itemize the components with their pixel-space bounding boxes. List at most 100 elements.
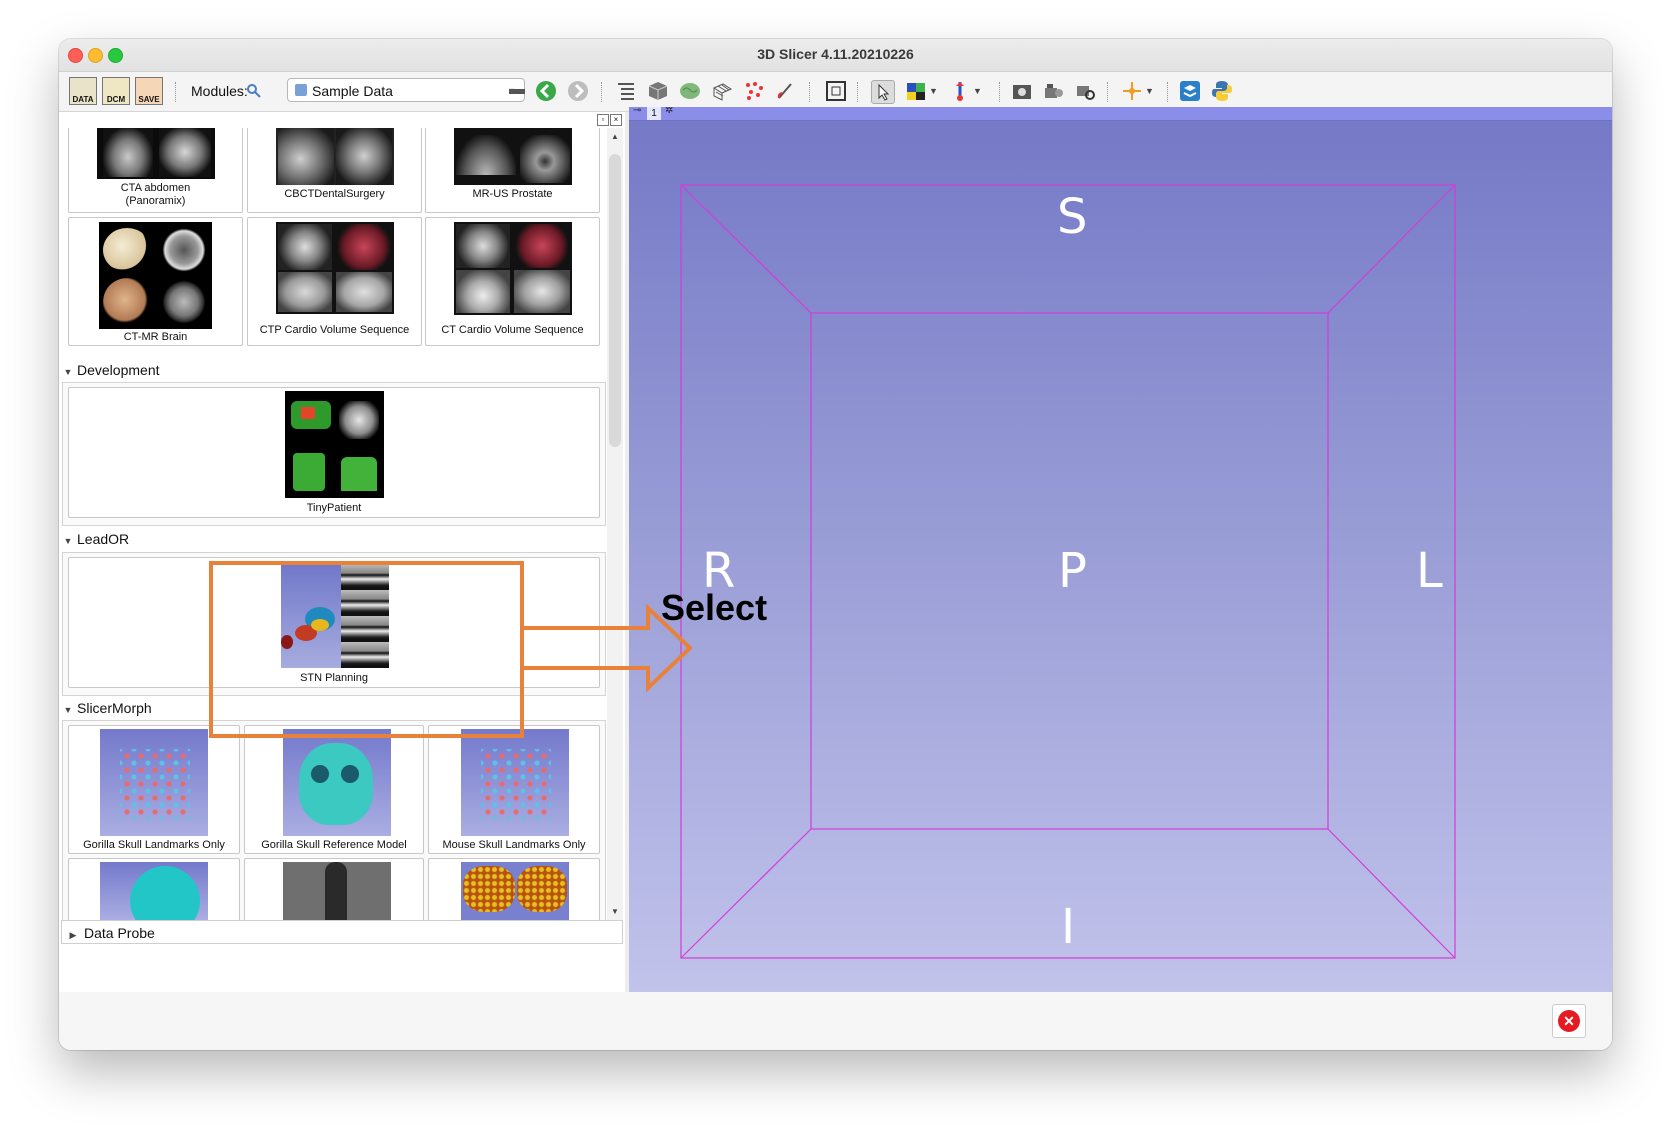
modules-label: Modules:: [191, 83, 248, 99]
data-probe-section[interactable]: ▶ Data Probe: [61, 920, 623, 944]
float-panel-button[interactable]: ▫: [597, 114, 609, 126]
next-module-button[interactable]: [567, 80, 589, 102]
sample-card-mr-us-prostate[interactable]: MR-US Prostate: [425, 128, 600, 213]
load-dicom-button[interactable]: DCM: [102, 77, 130, 105]
sample-card-ct-cardio[interactable]: CT Cardio Volume Sequence: [425, 217, 600, 346]
section-header-development[interactable]: ▼ Development: [59, 358, 607, 382]
sample-card-ct-mr-brain[interactable]: CT-MR Brain: [68, 217, 243, 346]
data-module-button[interactable]: [615, 80, 637, 102]
arrow-left-icon: [536, 81, 556, 101]
sample-caption: CT-MR Brain: [123, 331, 188, 343]
chevron-down-icon[interactable]: ▼: [973, 80, 985, 102]
orientation-label-posterior: P: [1058, 543, 1087, 599]
module-panel: ▫ × CTA abdomen (Panoramix) CBCTDentalSur…: [59, 112, 625, 992]
section-header-slicermorph[interactable]: ▼ SlicerMorph: [59, 696, 607, 720]
orientation-label-left: L: [1416, 543, 1443, 599]
bounding-box: [680, 184, 1456, 959]
window-level-button[interactable]: [905, 80, 927, 102]
sample-caption: MR-US Prostate: [472, 188, 553, 200]
toolbar-separator: [601, 82, 604, 102]
sample-thumbnail: [454, 222, 572, 315]
3d-view[interactable]: ⊸ 1 ✲ S R P L I: [629, 107, 1612, 992]
sample-thumbnail: [281, 561, 389, 668]
sample-card-slicermorph-4[interactable]: [68, 858, 240, 920]
toolbar-separator: [175, 82, 178, 102]
title-bar: 3D Slicer 4.11.20210226: [59, 39, 1612, 72]
module-selector[interactable]: Sample Data ▼: [287, 78, 525, 102]
view-transform-mode-button[interactable]: [871, 80, 895, 104]
module-search-button[interactable]: [245, 77, 263, 105]
sample-card-tinypatient[interactable]: TinyPatient: [68, 387, 600, 518]
sample-thumbnail: [99, 222, 212, 329]
scene-search-icon: [1077, 86, 1095, 100]
models-module-button[interactable]: [679, 80, 701, 102]
sample-card-slicermorph-6[interactable]: [428, 858, 600, 920]
data-icon: DATA: [69, 77, 97, 105]
module-selector-value: Sample Data: [312, 83, 393, 99]
sample-card-stn-planning[interactable]: STN Planning: [68, 557, 600, 688]
annotation-select-text: Select: [661, 587, 768, 628]
layout-button[interactable]: [825, 80, 847, 102]
error-log-button[interactable]: ✕: [1552, 1004, 1586, 1038]
scroll-up-icon[interactable]: ▲: [611, 132, 619, 141]
fiducial-place-button[interactable]: [949, 80, 971, 102]
brush-icon: [777, 83, 792, 99]
app-window: 3D Slicer 4.11.20210226 DATA DCM SAVE Mo…: [59, 39, 1612, 1050]
toolbar-separator: [857, 82, 860, 102]
vertical-scrollbar[interactable]: ▲ ▼: [607, 128, 623, 920]
points-icon: [746, 82, 763, 100]
volumes-module-button[interactable]: [647, 80, 669, 102]
camera-icon: [1013, 85, 1031, 99]
scene-restore-button[interactable]: [1075, 80, 1097, 102]
sample-card-gorilla-landmarks[interactable]: Gorilla Skull Landmarks Only: [68, 725, 240, 854]
sample-card-mouse-landmarks[interactable]: Mouse Skull Landmarks Only: [428, 725, 600, 854]
sample-thumbnail: [276, 222, 394, 314]
sample-thumbnail: [97, 128, 215, 179]
close-panel-button[interactable]: ×: [610, 114, 622, 126]
extension-manager-button[interactable]: [1179, 80, 1201, 102]
python-console-button[interactable]: [1211, 80, 1233, 102]
sample-card-cta-abdomen[interactable]: CTA abdomen (Panoramix): [68, 128, 243, 213]
scrollbar-thumb[interactable]: [609, 154, 621, 447]
sample-card-cbct-dental[interactable]: CBCTDentalSurgery: [247, 128, 422, 213]
chevron-down-icon[interactable]: ▼: [929, 80, 941, 102]
python-icon: [1212, 81, 1232, 101]
main-toolbar: DATA DCM SAVE Modules: Sample Data ▼ ▼ ▼: [59, 72, 1612, 112]
orientation-label-superior: S: [1057, 189, 1088, 245]
extensions-icon: [1180, 81, 1200, 101]
markups-module-button[interactable]: [743, 80, 765, 102]
dock-title-bar: ▫ ×: [59, 112, 625, 128]
previous-module-button[interactable]: [535, 80, 557, 102]
sample-card-slicermorph-5[interactable]: [244, 858, 424, 920]
error-icon: ✕: [1558, 1010, 1580, 1032]
pointer-icon: [878, 83, 890, 101]
toolbar-separator: [1107, 82, 1110, 102]
sample-card-ctp-cardio[interactable]: CTP Cardio Volume Sequence: [247, 217, 422, 346]
window-title: 3D Slicer 4.11.20210226: [757, 46, 914, 62]
sample-caption: CTA abdomen (Panoramix): [120, 182, 191, 207]
save-button[interactable]: SAVE: [135, 77, 163, 105]
sample-thumbnail: [454, 128, 572, 185]
history-icon: [509, 89, 525, 94]
chevron-down-icon[interactable]: ▼: [1145, 80, 1157, 102]
crosshair-button[interactable]: [1121, 80, 1143, 102]
section-header-leador[interactable]: ▼ LeadOR: [59, 527, 607, 551]
segment-editor-button[interactable]: [775, 80, 797, 102]
load-data-button[interactable]: DATA: [69, 77, 97, 105]
grid-icon: [712, 83, 733, 101]
sample-thumbnail: [100, 862, 208, 920]
fiducial-icon: [956, 82, 964, 101]
sample-caption: Gorilla Skull Landmarks Only: [83, 839, 225, 851]
cube-icon: [648, 82, 668, 100]
scroll-down-icon[interactable]: ▼: [611, 907, 619, 916]
search-icon: [247, 84, 261, 98]
sample-data-scroll-area[interactable]: CTA abdomen (Panoramix) CBCTDentalSurgery…: [59, 128, 607, 920]
transforms-module-button[interactable]: [711, 80, 733, 102]
list-icon: [618, 83, 634, 100]
screenshot-button[interactable]: [1011, 80, 1033, 102]
sample-caption: Gorilla Skull Reference Model: [261, 839, 407, 851]
sample-card-gorilla-reference[interactable]: Gorilla Skull Reference Model: [244, 725, 424, 854]
scene-view-button[interactable]: [1043, 80, 1065, 102]
module-history-button[interactable]: [507, 80, 529, 102]
sample-caption: Mouse Skull Landmarks Only: [442, 839, 586, 851]
